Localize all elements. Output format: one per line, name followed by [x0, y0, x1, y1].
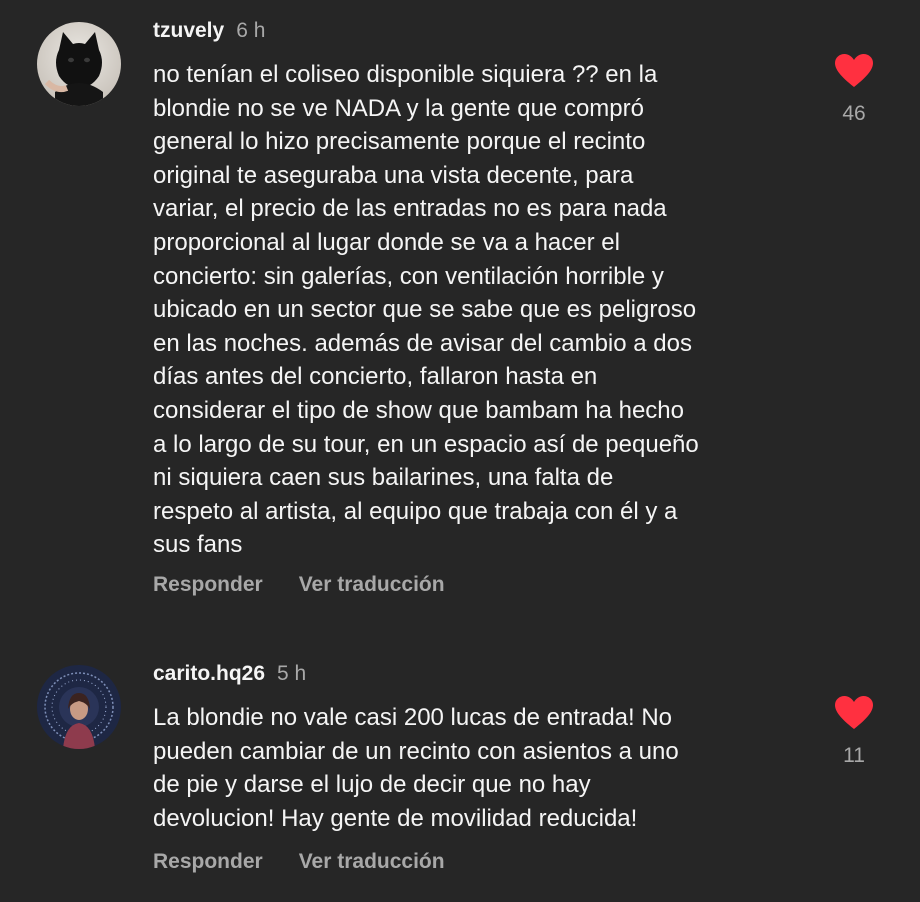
- see-translation-button[interactable]: Ver traducción: [299, 573, 445, 596]
- comment-actions: Responder Ver traducción: [153, 850, 445, 874]
- reply-button[interactable]: Responder: [153, 850, 263, 873]
- heart-filled-icon[interactable]: [835, 54, 873, 88]
- comment-actions: Responder Ver traducción: [153, 573, 445, 597]
- comment-header: carito.hq26 5 h: [153, 662, 306, 686]
- comment-text: no tenían el coliseo disponible siquiera…: [153, 61, 699, 559]
- mandala-portrait-avatar-icon: [37, 665, 121, 749]
- reply-button[interactable]: Responder: [153, 573, 263, 596]
- see-translation-button[interactable]: Ver traducción: [299, 850, 445, 873]
- like-control: 11: [824, 696, 884, 768]
- like-count: 11: [843, 744, 865, 767]
- comment-time: 5 h: [277, 662, 307, 685]
- comment-header: tzuvely 6 h: [153, 19, 265, 43]
- comment-text: La blondie no vale casi 200 lucas de ent…: [153, 704, 679, 832]
- avatar[interactable]: [37, 665, 121, 749]
- heart-filled-icon[interactable]: [835, 696, 873, 730]
- username[interactable]: carito.hq26: [153, 662, 265, 685]
- username[interactable]: tzuvely: [153, 19, 224, 42]
- like-control: 46: [824, 54, 884, 126]
- avatar[interactable]: [37, 22, 121, 106]
- comment-time: 6 h: [236, 19, 266, 42]
- black-cat-avatar-icon: [37, 22, 121, 106]
- like-count: 46: [842, 102, 866, 125]
